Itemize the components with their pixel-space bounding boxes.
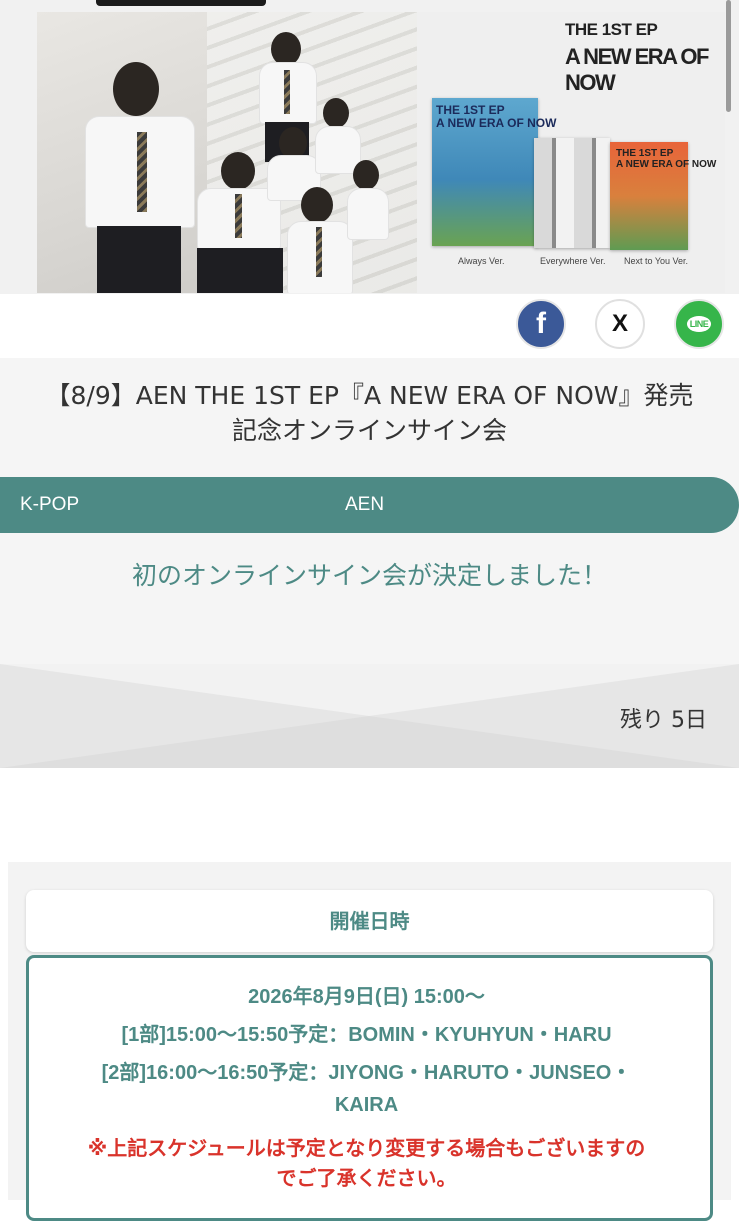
schedule-part2-continued: KAIRA — [334, 1094, 399, 1116]
announcement-text: 初のオンラインサイン会が決定しました！ — [131, 561, 607, 590]
schedule-part2: [2部]16:00〜16:50予定：JIYONG・HARUTO・JUNSEO・ — [101, 1062, 632, 1084]
facebook-share-button[interactable]: f — [516, 299, 566, 349]
artist-label[interactable]: AEN — [345, 494, 384, 516]
x-share-button[interactable]: X — [595, 299, 645, 349]
hero-banner: THE 1ST EP A NEW ERA OF NOW THE 1ST EP A… — [0, 0, 739, 294]
album-cover-text: THE 1ST EP A NEW ERA OF NOW — [436, 104, 556, 130]
facebook-icon: f — [536, 307, 546, 340]
x-icon: X — [611, 310, 628, 337]
schedule-date: 2026年8月9日(日) 15:00〜 — [248, 986, 485, 1008]
schedule-note-line1: ※上記スケジュールは予定となり変更する場合もございますの — [87, 1136, 646, 1160]
album-cover-text: THE 1ST EP A NEW ERA OF NOW — [616, 148, 716, 170]
schedule-note-line2: でご了承ください。 — [276, 1166, 457, 1190]
line-icon: LINE — [686, 316, 712, 332]
group-photo — [37, 12, 417, 293]
album-version-label: Everywhere Ver. — [540, 256, 606, 266]
ep-title-big: A NEW ERA OF NOW — [565, 44, 709, 95]
ep-title-small: THE 1ST EP — [565, 20, 658, 39]
scrollbar[interactable] — [726, 0, 731, 112]
album-cover-title-big: A NEW ERA OF NOW — [436, 116, 557, 130]
line-share-button[interactable]: LINE — [674, 299, 724, 349]
album-cover-title-small: THE 1ST EP — [436, 103, 505, 117]
album-cover-title-big: A NEW ERA OF NOW — [616, 159, 717, 170]
event-title-line1: 【8/9】AEN THE 1ST EP『A NEW ERA OF NOW』発売 — [45, 381, 694, 410]
album-version-label: Always Ver. — [458, 256, 505, 266]
remaining-days: 残り 5日 — [620, 708, 707, 733]
event-title-line2: 記念オンラインサイン会 — [231, 416, 507, 445]
category-bar: K-POP AEN — [0, 477, 739, 533]
album-cover-title-small: THE 1ST EP — [616, 148, 674, 159]
schedule-part1: [1部]15:00〜15:50予定：BOMIN・KYUHYUN・HARU — [121, 1024, 612, 1046]
category-label[interactable]: K-POP — [20, 494, 79, 516]
schedule-header: 開催日時 — [26, 890, 713, 952]
album-version-label: Next to You Ver. — [624, 256, 689, 266]
share-row: f X LINE — [0, 294, 739, 358]
logo-fragment — [96, 0, 266, 6]
album-cover-everywhere — [534, 138, 610, 248]
event-title: 【8/9】AEN THE 1ST EP『A NEW ERA OF NOW』発売 … — [10, 378, 729, 448]
